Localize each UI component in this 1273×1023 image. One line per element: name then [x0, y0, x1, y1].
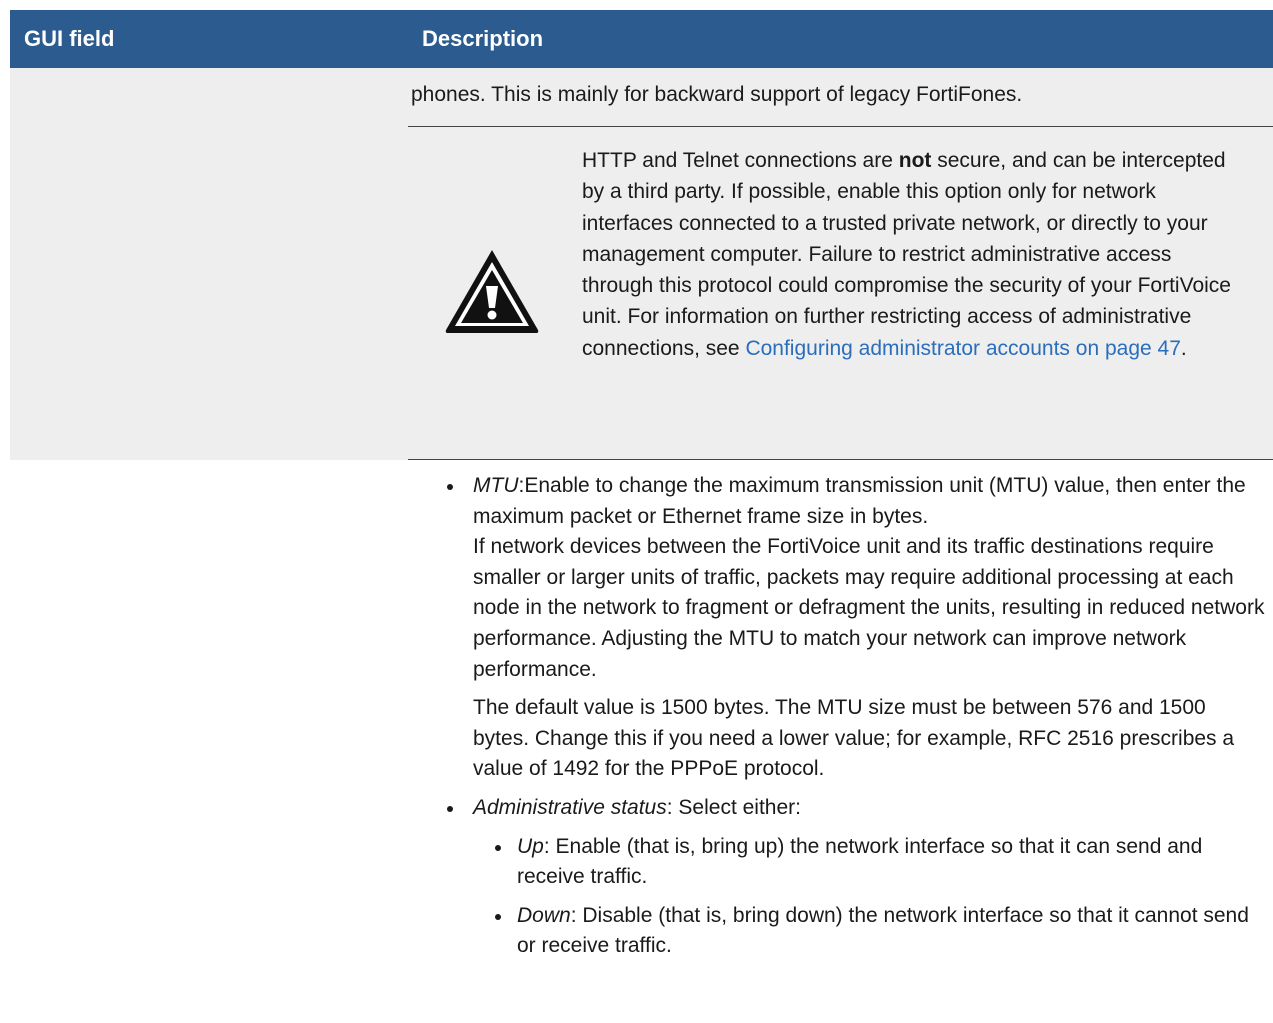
- bullet-icon: [495, 913, 501, 920]
- divider: [408, 459, 1273, 460]
- option-desc: : Disable (that is, bring down) the netw…: [517, 903, 1249, 958]
- warning-text: HTTP and Telnet connections are not secu…: [582, 145, 1242, 364]
- mtu-paragraph: The default value is 1500 bytes. The MTU…: [473, 696, 1235, 781]
- warning-emphasis: not: [898, 149, 932, 172]
- mtu-desc: :Enable to change the maximum transmissi…: [473, 474, 1246, 528]
- bullet-icon: [495, 844, 501, 851]
- mtu-paragraph: If network devices between the FortiVoic…: [473, 535, 1265, 681]
- mtu-line: MTU:Enable to change the maximum transmi…: [473, 471, 1267, 532]
- list-item: Administrative status: Select either:: [447, 793, 1267, 824]
- field-description: MTU:Enable to change the maximum transmi…: [447, 471, 1267, 962]
- header-gui-field: GUI field: [24, 26, 115, 51]
- warning-icon: [445, 250, 539, 333]
- mtu-term: MTU: [473, 474, 519, 497]
- list-item: MTU:Enable to change the maximum transmi…: [447, 471, 1267, 785]
- list-item: Up: Enable (that is, bring up) the netwo…: [495, 832, 1267, 893]
- warning-text-part: .: [1180, 336, 1187, 360]
- admin-status-line: Administrative status: Select either:: [473, 793, 1267, 824]
- divider: [408, 126, 1273, 127]
- warning-text-part: secure, and can be intercepted by a thir…: [582, 149, 1231, 360]
- option-term: Down: [517, 903, 571, 927]
- intro-text: phones. This is mainly for backward supp…: [411, 83, 1023, 106]
- option-term: Up: [517, 834, 544, 858]
- warning-text-part: HTTP and Telnet connections are: [582, 149, 899, 172]
- table-header: GUI field Description: [10, 10, 1273, 68]
- list-item: Down: Disable (that is, bring down) the …: [495, 901, 1267, 962]
- bullet-icon: [447, 805, 453, 812]
- bullet-icon: [447, 484, 453, 490]
- admin-status-term: Administrative status: [473, 795, 667, 819]
- option-desc: : Enable (that is, bring up) the network…: [517, 834, 1203, 889]
- header-description: Description: [422, 26, 544, 51]
- admin-accounts-link[interactable]: Configuring administrator accounts on pa…: [745, 337, 1180, 360]
- admin-status-desc: : Select either:: [666, 795, 801, 819]
